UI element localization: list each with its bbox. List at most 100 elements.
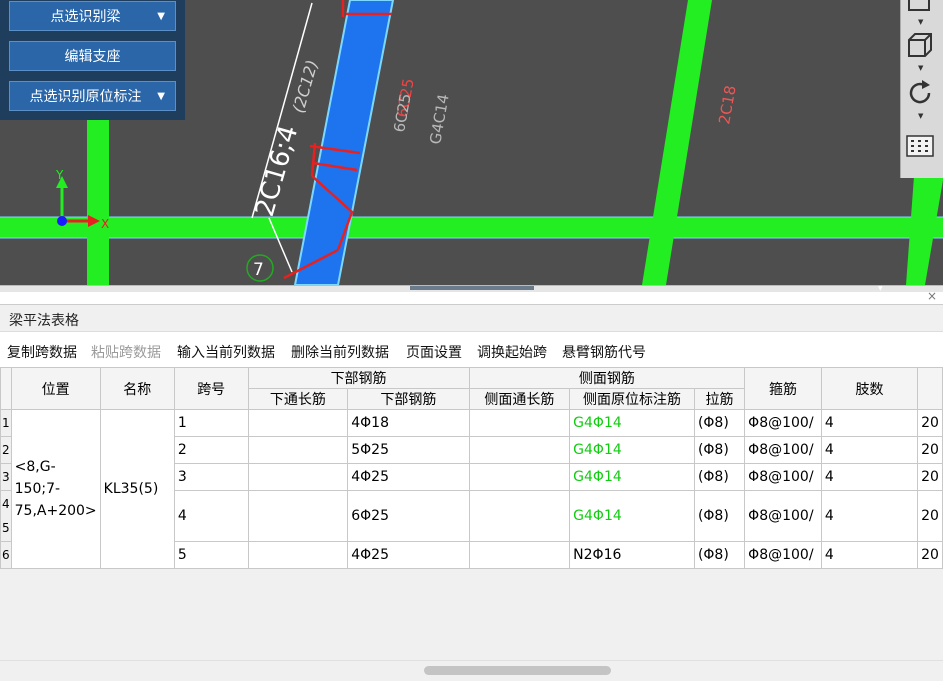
- col-header-tie[interactable]: 拉筋: [693, 388, 746, 410]
- cell-extra[interactable]: 20: [917, 541, 943, 569]
- dropdown-arrow-icon[interactable]: ▼: [157, 91, 165, 102]
- cell-span[interactable]: 5: [173, 541, 249, 569]
- cantilever-rebar-code-button[interactable]: 悬臂钢筋代号: [562, 342, 646, 362]
- cell-side-through[interactable]: [468, 409, 571, 437]
- cell-legs[interactable]: 4: [820, 463, 919, 491]
- edit-support-button[interactable]: 编辑支座: [9, 41, 176, 71]
- cell-legs[interactable]: 4: [820, 490, 919, 542]
- cell-tie[interactable]: (Φ8): [693, 409, 746, 437]
- input-column-data-button[interactable]: 输入当前列数据: [177, 342, 275, 362]
- cell-bottom-bar[interactable]: 4Φ25: [347, 463, 470, 491]
- cad-viewport[interactable]: 2C16;4 (2C12) 6C25 6C25 G4C14 2C18 7 Y X…: [0, 0, 943, 285]
- cell-position[interactable]: <8,G-150;7-75,A+200>: [10, 409, 101, 569]
- cell-extra[interactable]: 20: [917, 436, 943, 464]
- cell-bottom-bar[interactable]: 4Φ18: [347, 409, 470, 437]
- pick-identify-original-annotation-button[interactable]: 点选识别原位标注 ▼: [9, 81, 176, 111]
- cell-tie[interactable]: (Φ8): [693, 436, 746, 464]
- annotation-6c25[interactable]: 6C25: [390, 92, 415, 134]
- cell-span[interactable]: 4: [173, 490, 249, 542]
- row-number[interactable]: 45: [0, 490, 12, 542]
- col-header-bottom-through[interactable]: 下通长筋: [247, 388, 349, 410]
- cell-stirrup[interactable]: Φ8@100/: [744, 463, 822, 491]
- splitter-handle[interactable]: ▼: [410, 285, 883, 292]
- beam-annotation-main[interactable]: 2C16;4: [250, 122, 304, 220]
- cell-side-original[interactable]: G4Φ14: [569, 463, 695, 491]
- cell-stirrup[interactable]: Φ8@100/: [744, 436, 822, 464]
- copy-span-data-button[interactable]: 复制跨数据: [7, 342, 77, 362]
- beam-horizontal[interactable]: [0, 217, 943, 238]
- cell-legs[interactable]: 4: [820, 541, 919, 569]
- cell-span[interactable]: 2: [173, 436, 249, 464]
- col-header-side-original[interactable]: 侧面原位标注筋: [569, 388, 695, 410]
- beam-table-grid[interactable]: 位置 名称 跨号 下部钢筋 侧面钢筋 箍筋 肢数 下通长筋 下部钢筋 侧面通长筋…: [0, 367, 943, 660]
- col-header-span[interactable]: 跨号: [173, 367, 249, 410]
- grid-view-icon[interactable]: [905, 133, 937, 163]
- cell-legs[interactable]: 4: [820, 409, 919, 437]
- cell-side-original[interactable]: G4Φ14: [569, 409, 695, 437]
- cell-bottom-through[interactable]: [247, 490, 349, 542]
- dropdown-arrow-icon[interactable]: ▼: [157, 11, 165, 22]
- table-row[interactable]: 1 <8,G-150;7-75,A+200> KL35(5) 1 4Φ18 G4…: [0, 409, 943, 569]
- view-3d-cube-icon[interactable]: [905, 30, 937, 60]
- beam-selected[interactable]: [293, 0, 395, 285]
- cell-stirrup[interactable]: Φ8@100/: [744, 541, 822, 569]
- row-number[interactable]: 1: [0, 409, 12, 437]
- cell-side-through[interactable]: [468, 463, 571, 491]
- cell-bottom-through[interactable]: [247, 463, 349, 491]
- cell-side-through[interactable]: [468, 541, 571, 569]
- col-header-side-through[interactable]: 侧面通长筋: [468, 388, 571, 410]
- cell-bottom-bar[interactable]: 4Φ25: [347, 541, 470, 569]
- col-group-bottom-rebar[interactable]: 下部钢筋: [247, 367, 470, 389]
- delete-column-data-button[interactable]: 删除当前列数据: [291, 342, 389, 362]
- collapse-arrow-icon[interactable]: ▼: [878, 285, 883, 292]
- annotation-g4c14[interactable]: G4C14: [426, 93, 453, 146]
- col-header-name[interactable]: 名称: [99, 367, 175, 410]
- col-header-legs[interactable]: 肢数: [820, 367, 919, 410]
- beam-diagonal-mid[interactable]: [642, 0, 712, 285]
- close-panel-button[interactable]: ×: [927, 289, 937, 303]
- cell-extra[interactable]: 20: [917, 409, 943, 437]
- rotate-icon[interactable]: [905, 78, 937, 108]
- cell-bottom-bar[interactable]: 6Φ25: [347, 490, 470, 542]
- swap-start-span-button[interactable]: 调换起始跨: [477, 342, 547, 362]
- paste-span-data-button[interactable]: 粘贴跨数据: [91, 342, 161, 362]
- pick-identify-beam-button[interactable]: 点选识别梁 ▼: [9, 1, 176, 31]
- panel-splitter[interactable]: ▼: [0, 285, 943, 292]
- col-header-extra[interactable]: [917, 367, 943, 410]
- horizontal-scrollbar[interactable]: [0, 660, 943, 681]
- cell-extra[interactable]: 20: [917, 463, 943, 491]
- col-group-side-rebar[interactable]: 侧面钢筋: [468, 367, 746, 389]
- cell-side-original[interactable]: G4Φ14: [569, 490, 695, 542]
- cell-bottom-through[interactable]: [247, 409, 349, 437]
- beam-vertical-left[interactable]: [87, 120, 109, 285]
- cell-name[interactable]: KL35(5): [99, 409, 175, 569]
- page-setup-button[interactable]: 页面设置: [406, 342, 462, 362]
- view-dropdown-icon[interactable]: ▼: [918, 64, 923, 72]
- cell-legs[interactable]: 4: [820, 436, 919, 464]
- col-header-stirrup[interactable]: 箍筋: [744, 367, 822, 410]
- cell-bottom-bar[interactable]: 5Φ25: [347, 436, 470, 464]
- row-number[interactable]: 2: [0, 436, 12, 464]
- row-number[interactable]: 3: [0, 463, 12, 491]
- view-2d-icon[interactable]: [905, 0, 937, 16]
- cell-side-original[interactable]: N2Φ16: [569, 541, 695, 569]
- cell-tie[interactable]: (Φ8): [693, 490, 746, 542]
- col-header-bottom-bar[interactable]: 下部钢筋: [347, 388, 470, 410]
- scrollbar-thumb[interactable]: [424, 666, 611, 675]
- cell-stirrup[interactable]: Φ8@100/: [744, 409, 822, 437]
- cell-extra[interactable]: 20: [917, 490, 943, 542]
- cell-span[interactable]: 3: [173, 463, 249, 491]
- cell-side-through[interactable]: [468, 490, 571, 542]
- cell-bottom-through[interactable]: [247, 541, 349, 569]
- view-dropdown-icon[interactable]: ▼: [918, 18, 923, 26]
- cell-tie[interactable]: (Φ8): [693, 463, 746, 491]
- cell-tie[interactable]: (Φ8): [693, 541, 746, 569]
- view-dropdown-icon[interactable]: ▼: [918, 112, 923, 120]
- cell-span[interactable]: 1: [173, 409, 249, 437]
- cell-bottom-through[interactable]: [247, 436, 349, 464]
- annotation-2c18[interactable]: 2C18: [715, 84, 740, 126]
- cell-side-through[interactable]: [468, 436, 571, 464]
- col-header-position[interactable]: 位置: [10, 367, 101, 410]
- row-number[interactable]: 6: [0, 541, 12, 569]
- cell-stirrup[interactable]: Φ8@100/: [744, 490, 822, 542]
